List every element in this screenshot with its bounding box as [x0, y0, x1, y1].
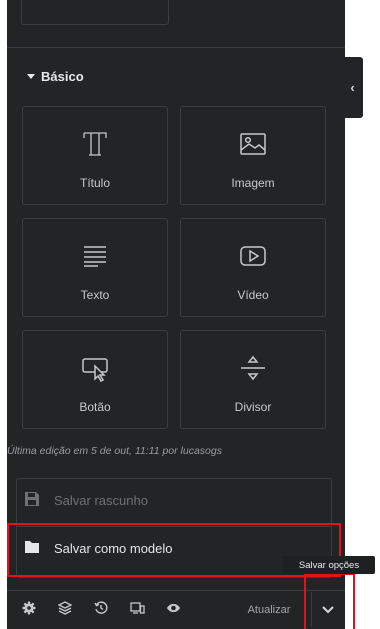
- save-draft-label: Salvar rascunho: [54, 493, 148, 508]
- caret-down-icon: [27, 74, 35, 79]
- widget-card-partial[interactable]: [21, 0, 169, 25]
- tooltip-save-options: Salvar opções: [283, 556, 375, 574]
- save-disk-icon: [24, 491, 40, 510]
- widget-botao[interactable]: Botão: [22, 330, 168, 429]
- chevron-down-icon: [321, 601, 334, 619]
- update-button[interactable]: Atualizar: [229, 592, 309, 627]
- save-as-template-item[interactable]: Salvar como modelo: [24, 540, 173, 557]
- navigator-icon[interactable]: [54, 598, 76, 618]
- widget-label: Botão: [79, 400, 111, 414]
- widget-label: Divisor: [234, 400, 272, 414]
- save-options-button[interactable]: [311, 592, 343, 627]
- section-divider: [7, 47, 345, 48]
- section-title: Básico: [41, 69, 84, 84]
- history-icon[interactable]: [90, 598, 112, 618]
- section-header-basico[interactable]: Básico: [27, 69, 84, 84]
- title-icon: [23, 129, 167, 159]
- collapse-panel-tab[interactable]: ‹: [342, 57, 363, 118]
- widget-label: Vídeo: [237, 288, 269, 302]
- text-editor-icon: [23, 241, 167, 271]
- responsive-icon[interactable]: [126, 598, 148, 618]
- settings-icon[interactable]: [18, 598, 40, 618]
- widget-divisor[interactable]: Divisor: [180, 330, 326, 429]
- button-icon: [23, 353, 167, 383]
- image-icon: [181, 129, 325, 159]
- last-edit-text: Última edição em 5 de out, 11:11 por luc…: [7, 445, 222, 457]
- save-as-template-label: Salvar como modelo: [54, 541, 173, 556]
- video-icon: [181, 241, 325, 271]
- menu-divider: [16, 526, 332, 527]
- preview-icon[interactable]: [162, 598, 184, 618]
- widget-video[interactable]: Vídeo: [180, 218, 326, 317]
- divider-icon: [181, 353, 325, 383]
- chevron-left-icon: ‹: [350, 80, 355, 95]
- folder-icon: [24, 540, 40, 557]
- widget-titulo[interactable]: Título: [22, 106, 168, 205]
- widget-label: Texto: [80, 288, 110, 302]
- save-draft-item[interactable]: Salvar rascunho: [24, 491, 148, 510]
- widget-imagem[interactable]: Imagem: [180, 106, 326, 205]
- widget-label: Título: [79, 176, 110, 190]
- widget-label: Imagem: [231, 176, 275, 190]
- widget-texto[interactable]: Texto: [22, 218, 168, 317]
